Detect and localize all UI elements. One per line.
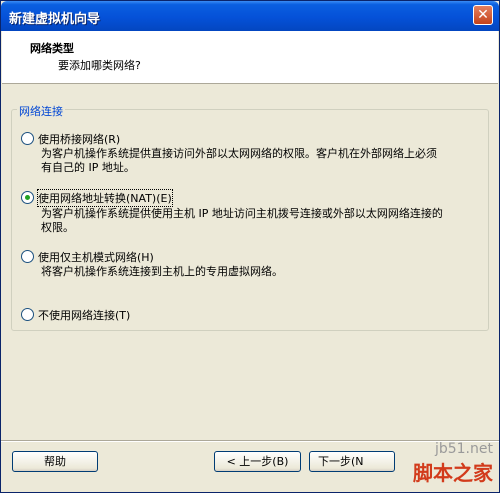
wizard-window: 新建虚拟机向导 ✕ 网络类型 要添加哪类网络? 网络连接 使用桥接网络(R) 为… (0, 0, 500, 493)
bridged-description: 为客户机操作系统提供直接访问外部以太网网络的权限。客户机在外部网络上必须 有自己… (41, 147, 437, 175)
desc-line: 为客户机操作系统提供直接访问外部以太网网络的权限。客户机在外部网络上必须 (41, 147, 437, 160)
nat-description: 为客户机操作系统提供使用主机 IP 地址访问主机拨号连接或外部以太网网络连接的 … (41, 207, 443, 235)
close-icon: ✕ (477, 7, 489, 23)
watermark-brand: 脚本之家 (413, 461, 493, 485)
desc-line: 将客户机操作系统连接到主机上的专用虚拟网络。 (41, 265, 283, 278)
desc-line: 为客户机操作系统提供使用主机 IP 地址访问主机拨号连接或外部以太网网络连接的 (41, 207, 443, 220)
group-legend: 网络连接 (17, 103, 65, 119)
title-bar: 新建虚拟机向导 ✕ (1, 1, 499, 31)
close-button[interactable]: ✕ (473, 5, 493, 25)
watermark-site: jb51.net (434, 441, 493, 457)
help-button[interactable]: 帮助 (12, 451, 98, 472)
radio-button[interactable] (21, 132, 34, 145)
radio-button[interactable] (21, 308, 34, 321)
window-title: 新建虚拟机向导 (9, 12, 101, 27)
radio-button[interactable] (21, 250, 34, 263)
radio-label[interactable]: 使用桥接网络(R) (38, 131, 120, 147)
page-title: 网络类型 (30, 42, 74, 55)
desc-line: 有自己的 IP 地址。 (41, 161, 135, 174)
desc-line: 权限。 (41, 221, 74, 234)
radio-button[interactable] (21, 191, 34, 204)
next-button[interactable]: 下一步(N (309, 451, 395, 472)
host-only-description: 将客户机操作系统连接到主机上的专用虚拟网络。 (41, 265, 283, 279)
back-button[interactable]: < 上一步(B) (214, 451, 301, 472)
radio-label[interactable]: 不使用网络连接(T) (38, 307, 130, 323)
watermark: jb51.net 脚本之家 (413, 441, 493, 486)
wizard-header: 网络类型 要添加哪类网络? (2, 31, 498, 84)
page-subtitle: 要添加哪类网络? (58, 59, 141, 72)
radio-label[interactable]: 使用网络地址转换(NAT)(E) (37, 189, 173, 207)
radio-label[interactable]: 使用仅主机模式网络(H) (38, 249, 154, 265)
